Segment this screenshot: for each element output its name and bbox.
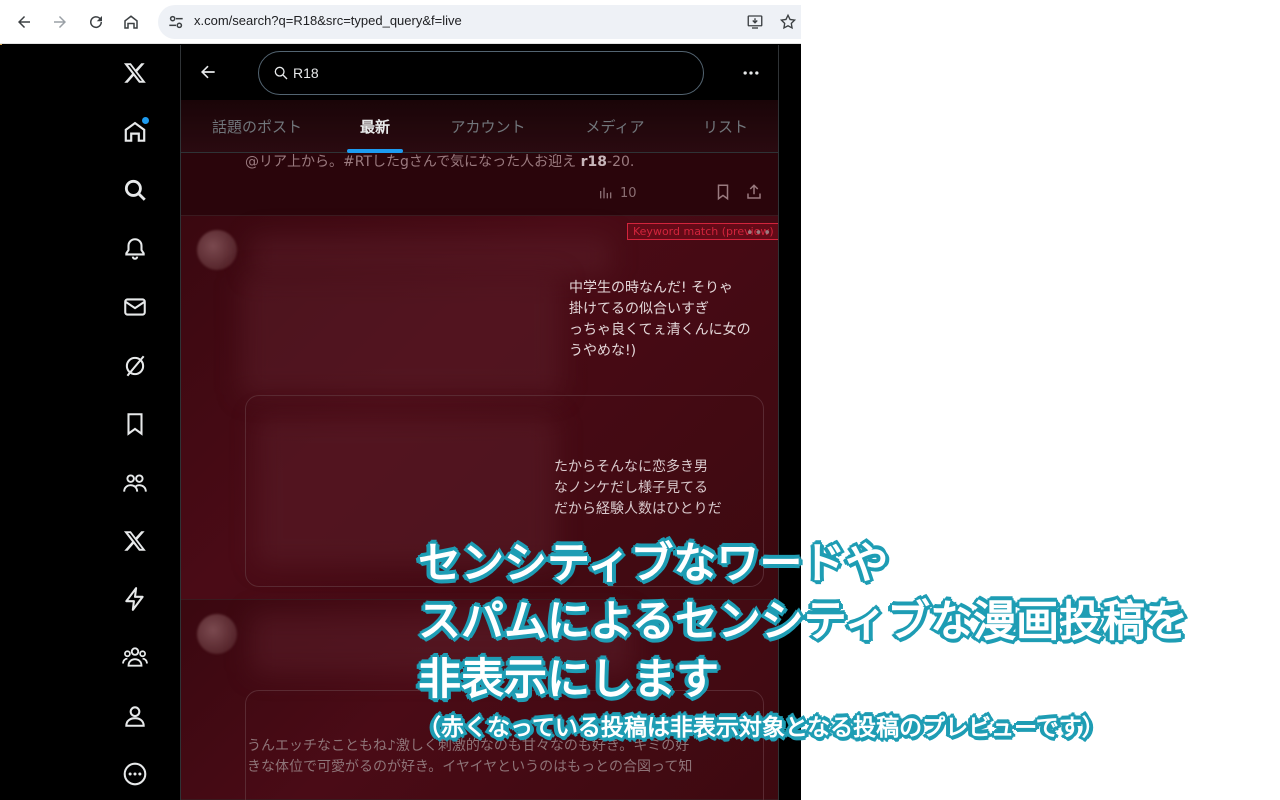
search-icon <box>274 66 288 80</box>
grok-icon[interactable] <box>119 350 151 382</box>
home-nav-icon[interactable] <box>119 116 151 148</box>
blurred-text <box>241 276 561 396</box>
promo-caption: センシティブなワードや スパムによるセンシティブな漫画投稿を 非表示にします （… <box>418 535 1188 745</box>
x-logo-icon[interactable] <box>119 57 151 89</box>
blurred-header <box>251 236 611 276</box>
profile-icon[interactable] <box>119 700 151 732</box>
reload-icon[interactable] <box>82 8 110 36</box>
caption-line-1: センシティブなワードや <box>418 539 889 589</box>
post-text: 中学生の時なんだ! そりゃ 掛けてるの似合いすぎ っちゃ良くてぇ清くんに女の う… <box>569 280 751 359</box>
views-button[interactable]: 10 <box>598 185 637 201</box>
messages-icon[interactable] <box>119 291 151 323</box>
search-query[interactable]: R18 <box>293 65 319 81</box>
caption-note: （赤くなっている投稿は非表示対象となる投稿のプレビューです） <box>418 715 1105 741</box>
premium-icon[interactable] <box>119 525 151 557</box>
avatar[interactable] <box>197 614 237 654</box>
install-app-icon[interactable] <box>746 13 764 31</box>
post-actions: 10 <box>181 181 778 207</box>
url-text[interactable]: x.com/search?q=R18&src=typed_query&f=liv… <box>194 13 462 28</box>
back-arrow-icon[interactable] <box>195 59 221 85</box>
communities-icon[interactable] <box>119 467 151 499</box>
search-input[interactable]: R18 <box>258 51 704 95</box>
verified-orgs-icon[interactable] <box>119 583 151 615</box>
home-icon[interactable] <box>117 8 145 36</box>
tab-lists[interactable]: リスト <box>671 100 778 153</box>
avatar[interactable] <box>197 230 237 270</box>
quoted-post-text: たからそんなに恋多き男 なノンケだし様子見てる だから経験人数はひとりだ <box>554 459 722 517</box>
caption-line-3: 非表示にします <box>418 655 719 705</box>
bookmark-icon[interactable] <box>714 183 732 201</box>
views-icon <box>600 187 612 199</box>
post-text: @リア上から。#RTしたgさんで気になった人お迎え r18-20. <box>245 154 635 170</box>
bookmarks-icon[interactable] <box>119 408 151 440</box>
tab-latest[interactable]: 最新 <box>333 100 417 153</box>
tab-media[interactable]: メディア <box>559 100 671 153</box>
explore-icon[interactable] <box>119 174 151 206</box>
browser-toolbar: x.com/search?q=R18&src=typed_query&f=liv… <box>0 0 801 44</box>
caption-line-2: スパムによるセンシティブな漫画投稿を <box>418 597 1189 647</box>
search-header: R18 <box>181 45 778 100</box>
more-options-icon[interactable] <box>737 59 765 87</box>
forward-icon[interactable] <box>46 8 74 36</box>
notification-dot <box>142 117 149 124</box>
post-preview-top[interactable]: @リア上から。#RTしたgさんで気になった人お迎え r18-20. 10 <box>181 153 778 216</box>
post-more-icon[interactable]: ••• <box>746 226 772 241</box>
tab-people[interactable]: アカウント <box>417 100 559 153</box>
views-count: 10 <box>620 185 637 201</box>
share-icon[interactable] <box>745 183 763 201</box>
notifications-icon[interactable] <box>119 233 151 265</box>
sidebar-nav <box>105 45 165 800</box>
star-icon[interactable] <box>779 13 797 31</box>
more-menu-icon[interactable] <box>119 758 151 790</box>
search-tabs: 話題のポスト 最新 アカウント メディア リスト <box>181 100 778 153</box>
keyword-highlight: r18 <box>580 154 608 170</box>
groups-icon[interactable] <box>119 641 151 673</box>
back-icon[interactable] <box>10 8 38 36</box>
tab-top[interactable]: 話題のポスト <box>181 100 333 153</box>
address-bar[interactable]: x.com/search?q=R18&src=typed_query&f=liv… <box>158 5 801 39</box>
site-settings-icon[interactable] <box>166 12 186 32</box>
